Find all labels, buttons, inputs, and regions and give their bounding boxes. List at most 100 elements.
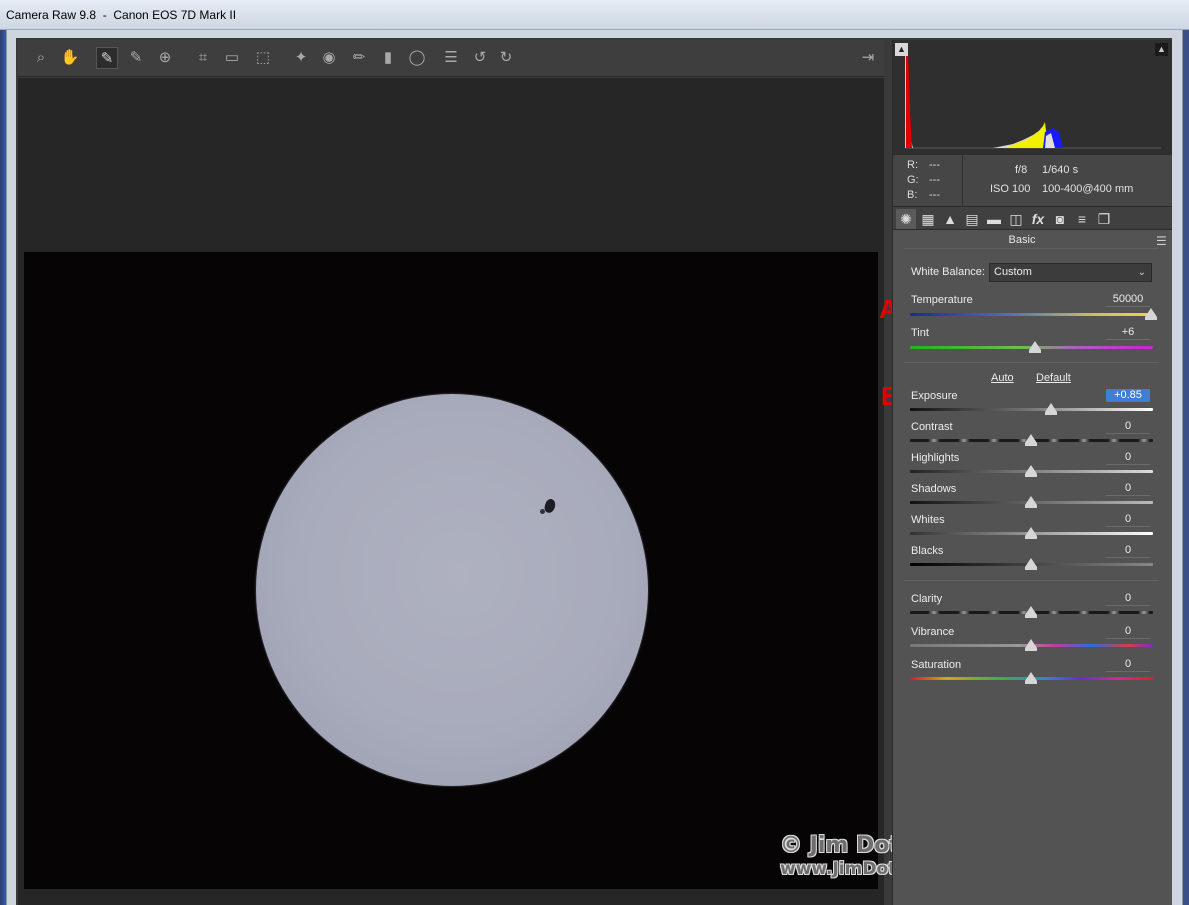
panel-menu-icon[interactable]: ☰ [1156,234,1167,248]
tint-slider-thumb[interactable] [1029,341,1042,350]
graduated-filter-icon[interactable]: ▮ [377,47,399,69]
tint-label: Tint [911,327,929,339]
rotate-left-icon[interactable]: ↺ [469,47,491,69]
preferences-icon[interactable]: ☰ [440,47,462,69]
lens-focal-length: 100-400@400 mm [1042,183,1134,195]
default-button[interactable]: Default [1036,372,1071,384]
vibrance-slider-thumb[interactable] [1024,639,1037,648]
open-preferences-export-icon[interactable]: ⇥ [857,47,879,69]
temperature-label: Temperature [911,294,973,306]
exposure-slider-thumb[interactable] [1044,403,1057,412]
aperture: f/8 [1015,164,1028,176]
section-title: Basic [1008,234,1036,246]
highlights-value-field[interactable]: 0 [1106,451,1150,465]
separator [904,248,1159,249]
spot-removal-tool-icon[interactable]: ✦ [290,47,312,69]
clarity-label: Clarity [911,593,943,605]
g-label: G: [907,174,919,186]
highlights-slider-thumb[interactable] [1024,465,1037,474]
highlight-clipping-warning-icon[interactable]: ▲ [1155,43,1168,56]
b-label: B: [907,189,918,201]
tint-value-field[interactable]: +6 [1106,326,1150,340]
white-balance-tool-icon[interactable]: ✎ [96,47,118,69]
straighten-tool-icon[interactable]: ▭ [221,47,243,69]
auto-button[interactable]: Auto [991,372,1014,384]
exposure-label: Exposure [911,390,958,402]
vibrance-slider-thumb-base [1024,648,1037,651]
shadows-slider-thumb-base [1024,505,1037,508]
rotate-right-icon[interactable]: ↻ [495,47,517,69]
highlights-label: Highlights [911,452,960,464]
blacks-value-field[interactable]: 0 [1106,544,1150,558]
contrast-slider-thumb-base [1024,443,1037,446]
shutter-speed: 1/640 s [1042,164,1079,176]
tab-detail[interactable]: ▲ [940,209,960,229]
exposure-slider-track[interactable] [910,408,1153,411]
radial-filter-icon[interactable]: ◯ [406,47,428,69]
temperature-slider-thumb-base [1145,317,1157,320]
info-divider [962,154,963,206]
separator [904,362,1159,363]
whites-slider-thumb[interactable] [1024,527,1037,536]
whites-slider-thumb-base [1024,536,1037,539]
targeted-adjustment-tool-icon[interactable]: ⊕ [154,47,176,69]
clarity-slider-thumb[interactable] [1024,606,1037,615]
window-title: Camera Raw 9.8 - Canon EOS 7D Mark II [6,8,237,22]
zoom-tool-icon[interactable]: ⌕ [30,47,52,69]
white-balance-select[interactable]: Custom ⌄ [989,263,1152,282]
separator [904,580,1159,581]
tab-hsl[interactable]: ▤ [962,209,982,229]
panel-tabs: ✺ ▦ ▲ ▤ ▬ ◫ fx ◙ ≡ ❐ [893,206,1172,230]
vibrance-value-field[interactable]: 0 [1106,625,1150,639]
tab-snapshots[interactable]: ❐ [1094,209,1114,229]
red-eye-removal-tool-icon[interactable]: ◉ [318,47,340,69]
r-value: --- [929,159,940,171]
temperature-slider-track[interactable] [910,313,1153,316]
sun-disk [256,394,648,786]
blacks-slider-thumb-base [1024,567,1037,570]
toolbar: ⌕ ✋ ✎ ✎ ⊕ ⌗ ▭ ⬚ ✦ ◉ ✏ ▮ ◯ ☰ ↺ ↻ ⇥ [18,40,884,77]
shadow-clipping-warning-icon[interactable]: ▲ [895,43,908,56]
sunspot-small [540,509,545,514]
tab-tone-curve[interactable]: ▦ [918,209,938,229]
title-bar: Camera Raw 9.8 - Canon EOS 7D Mark II [0,0,1189,30]
b-value: --- [929,189,940,201]
tab-lens-corrections[interactable]: ◫ [1006,209,1026,229]
shadows-label: Shadows [911,483,957,495]
tab-split-toning[interactable]: ▬ [984,209,1004,229]
exposure-value-field[interactable]: +0.85 [1106,389,1150,402]
white-balance-value: Custom [994,266,1032,278]
contrast-slider-thumb[interactable] [1024,434,1037,443]
blacks-slider-thumb[interactable] [1024,558,1037,567]
tab-camera-calibration[interactable]: ◙ [1050,209,1070,229]
saturation-value-field[interactable]: 0 [1106,658,1150,672]
shadows-slider-thumb[interactable] [1024,496,1037,505]
tab-basic[interactable]: ✺ [896,209,916,229]
photo-preview[interactable] [24,252,878,889]
iso: ISO 100 [990,183,1031,195]
crop-tool-icon[interactable]: ⌗ [192,47,214,69]
contrast-value-field[interactable]: 0 [1106,420,1150,434]
white-balance-label: White Balance: [911,266,985,278]
whites-label: Whites [911,514,945,526]
adjustment-brush-icon[interactable]: ✏ [348,47,370,69]
tab-presets[interactable]: ≡ [1072,209,1092,229]
clarity-slider-thumb-base [1024,615,1037,618]
shadows-value-field[interactable]: 0 [1106,482,1150,496]
contrast-label: Contrast [911,421,953,433]
color-sampler-tool-icon[interactable]: ✎ [125,47,147,69]
temperature-value-field[interactable]: 50000 [1106,293,1150,307]
temperature-slider-thumb[interactable] [1145,308,1157,317]
whites-value-field[interactable]: 0 [1106,513,1150,527]
blacks-label: Blacks [911,545,944,557]
saturation-slider-thumb-base [1024,681,1037,684]
transform-tool-icon[interactable]: ⬚ [252,47,274,69]
highlights-slider-thumb-base [1024,474,1037,477]
clarity-value-field[interactable]: 0 [1106,592,1150,606]
tab-effects[interactable]: fx [1028,209,1048,229]
hand-tool-icon[interactable]: ✋ [59,47,81,69]
vibrance-label: Vibrance [911,626,955,638]
tint-slider-thumb-base [1029,350,1042,353]
saturation-slider-thumb[interactable] [1024,672,1037,681]
g-value: --- [929,174,940,186]
